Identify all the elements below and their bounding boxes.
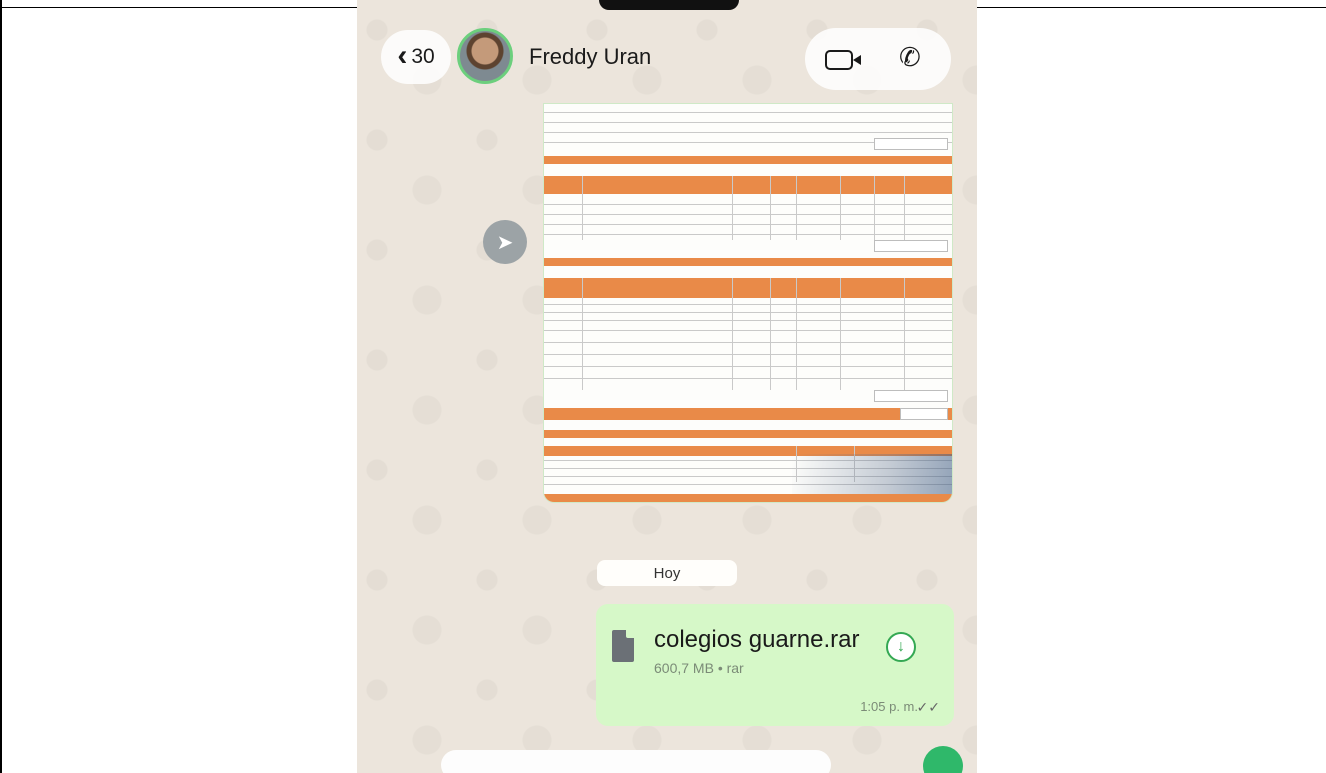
chevron-left-icon: ‹	[397, 38, 408, 72]
read-receipt-icon: ✓✓	[916, 699, 940, 715]
file-size: 600,7 MB • rar	[654, 660, 744, 676]
document-image-message[interactable]	[544, 104, 952, 502]
contact-name[interactable]: Freddy Uran	[529, 44, 651, 70]
forward-button[interactable]: ➤	[483, 220, 527, 264]
chat-screen: ‹ 30 Freddy Uran ✆ ➤ Hoy colegios guarne…	[357, 0, 977, 773]
message-timestamp: 1:05 p. m.	[860, 699, 918, 714]
divider-line	[0, 7, 357, 8]
unread-count: 30	[411, 45, 435, 68]
contact-avatar[interactable]	[457, 28, 513, 84]
file-icon	[612, 630, 634, 662]
phone-notch	[599, 0, 739, 10]
download-arrow-icon: ↓	[897, 638, 905, 655]
back-button[interactable]: ‹ 30	[381, 30, 451, 84]
file-name[interactable]: colegios guarne.rar	[654, 626, 859, 654]
file-message-bubble[interactable]: colegios guarne.rar 600,7 MB • rar ↓ 1:0…	[596, 604, 954, 726]
message-input[interactable]	[441, 750, 831, 773]
video-camera-icon[interactable]	[825, 50, 861, 70]
divider-line	[977, 7, 1326, 8]
send-button[interactable]	[923, 746, 963, 773]
date-divider: Hoy	[597, 560, 737, 586]
download-button[interactable]: ↓	[886, 632, 916, 662]
phone-icon[interactable]: ✆	[899, 44, 921, 70]
forward-arrow-icon: ➤	[496, 231, 514, 254]
